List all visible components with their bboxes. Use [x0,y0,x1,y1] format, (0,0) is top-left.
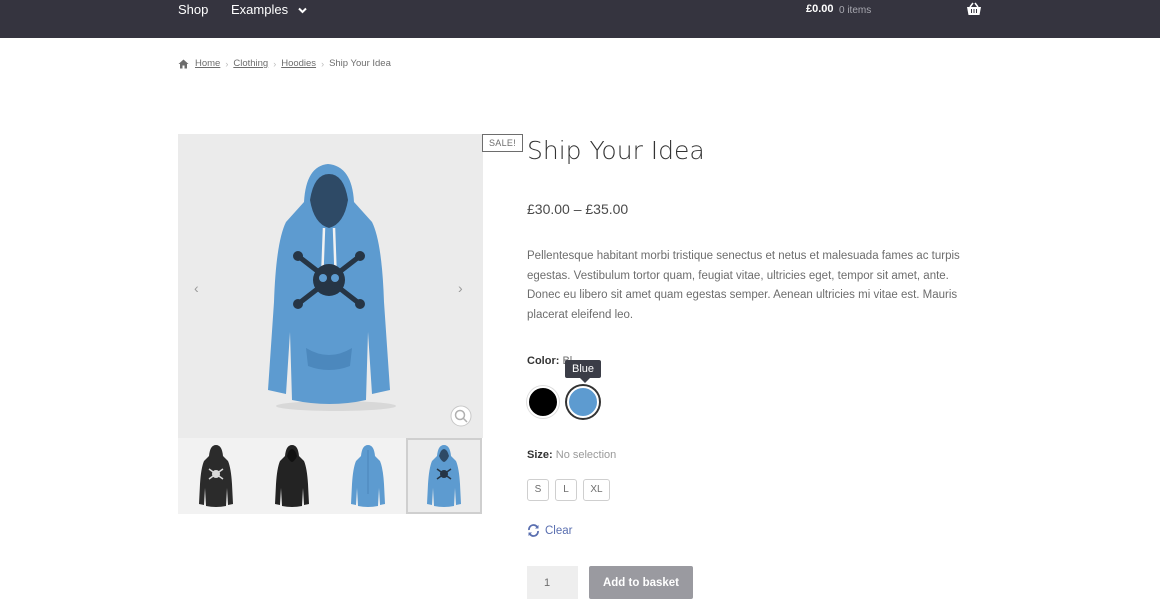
nav-examples[interactable]: Examples [231,2,307,17]
breadcrumb-hoodies[interactable]: Hoodies [281,58,316,69]
refresh-icon [528,524,539,537]
color-label: Color: [527,355,560,367]
breadcrumb-separator: › [321,58,325,69]
size-option-l[interactable]: L [555,479,577,501]
sale-badge: SALE! [482,134,524,152]
clear-selection-link[interactable]: Clear [527,524,572,537]
size-option-xl[interactable]: XL [583,479,610,501]
breadcrumb-current: Ship Your Idea [329,58,391,69]
color-swatch-blue[interactable] [567,386,599,418]
gallery-next-arrow[interactable]: › [458,280,463,296]
color-tooltip: Blue [565,360,602,383]
cart-total[interactable]: £0.00 [806,3,834,15]
quantity-input[interactable] [527,566,578,599]
hoodie-thumbnail-image [275,445,309,507]
breadcrumb: Home › Clothing › Hoodies › Ship Your Id… [178,58,391,69]
hoodie-thumbnail-image [199,445,233,507]
home-icon [178,59,189,68]
breadcrumb-separator: › [225,58,229,69]
breadcrumb-clothing[interactable]: Clothing [233,58,268,69]
size-attribute-label: Size: No selection [527,449,616,461]
zoom-icon[interactable] [450,405,472,427]
color-swatch-black[interactable] [527,386,559,418]
product-image-hoodie [268,164,396,411]
gallery-prev-arrow[interactable]: ‹ [194,280,199,296]
cart-count[interactable]: 0 items [839,5,871,16]
size-label: Size: [527,449,553,461]
nav-examples-label: Examples [231,2,289,17]
size-option-s[interactable]: S [527,479,549,501]
product-price: £30.00 – £35.00 [527,201,629,217]
site-header: Shop Examples £0.00 0 items [0,0,1160,38]
gallery-thumbnails [178,438,483,514]
thumbnail-3[interactable] [330,438,406,514]
thumbnail-2[interactable] [254,438,330,514]
hoodie-thumbnail-image [351,445,385,507]
clear-label: Clear [545,524,573,537]
breadcrumb-home[interactable]: Home [195,58,220,69]
hoodie-thumbnail-image [427,445,461,507]
product-gallery-main[interactable]: ‹ › [178,134,483,438]
nav-shop[interactable]: Shop [178,2,208,17]
product-title: Ship Your Idea [527,136,705,165]
chevron-down-icon [297,7,307,14]
size-selected-value: No selection [555,449,617,461]
add-to-basket-button[interactable]: Add to basket [589,566,693,599]
thumbnail-4[interactable] [406,438,482,514]
breadcrumb-separator: › [273,58,277,69]
product-description: Pellentesque habitant morbi tristique se… [527,250,960,321]
basket-icon[interactable] [966,2,982,16]
thumbnail-1[interactable] [178,438,254,514]
